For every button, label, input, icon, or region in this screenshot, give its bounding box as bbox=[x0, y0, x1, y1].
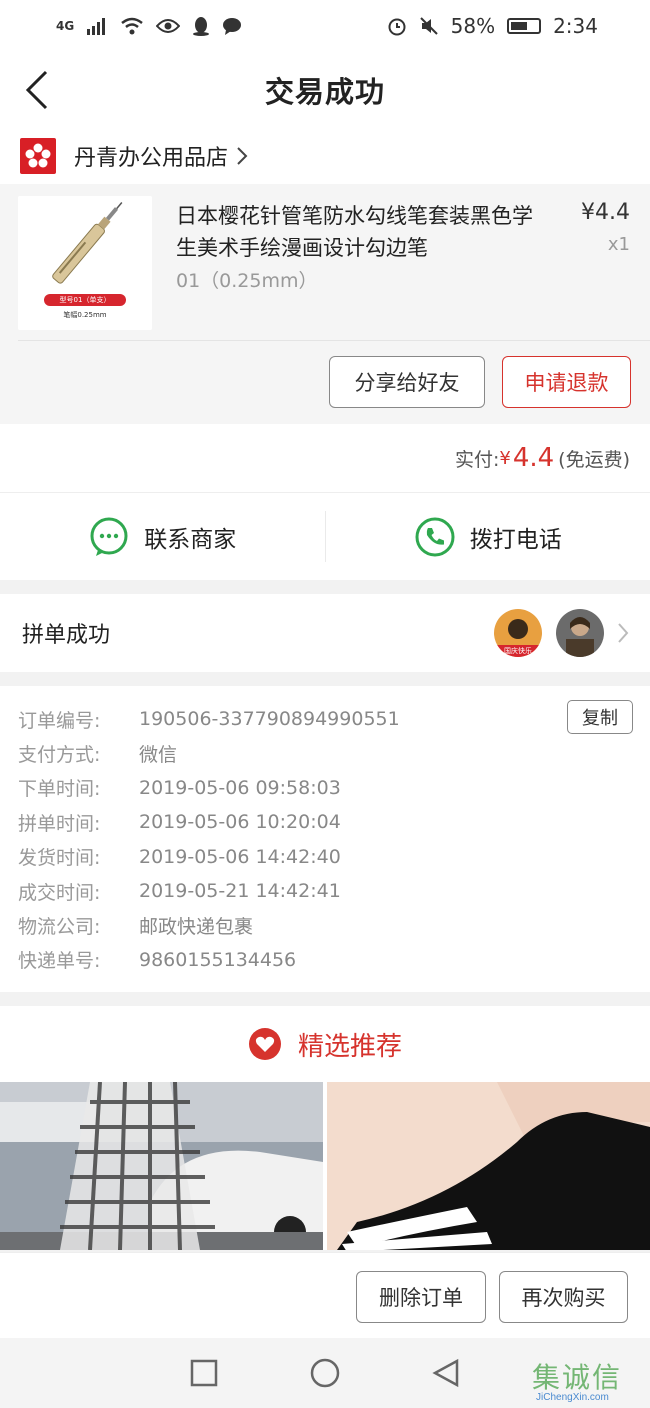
network-label: 4G bbox=[56, 19, 75, 33]
avatar bbox=[556, 609, 604, 657]
status-bar: 4G 58% 2:34 bbox=[0, 0, 650, 52]
refund-button[interactable]: 申请退款 bbox=[502, 356, 631, 408]
chat-icon bbox=[90, 517, 128, 556]
product-spec: 01（0.25mm） bbox=[176, 270, 318, 292]
group-time-row: 拼单时间: 2019-05-06 10:20:04 bbox=[18, 805, 632, 839]
product-card: 型号01（单支） 笔幅0.25mm 日本樱花针管笔防水勾线笔套装黑色学生美术手绘… bbox=[0, 184, 650, 424]
recommend-header: 精选推荐 bbox=[0, 1006, 650, 1082]
sakura-icon bbox=[25, 143, 51, 168]
detail-label: 快递单号: bbox=[18, 950, 101, 973]
chevron-right-icon bbox=[237, 147, 248, 165]
recommend-item-1[interactable] bbox=[0, 1082, 323, 1250]
thumb-caption: 笔幅0.25mm bbox=[63, 311, 107, 319]
clock: 2:34 bbox=[553, 14, 598, 38]
payment-amount: 4.4 bbox=[512, 443, 555, 473]
payment-currency: ¥ bbox=[499, 447, 511, 469]
contact-bar: 联系商家 拨打电话 bbox=[0, 492, 650, 580]
chevron-right-icon bbox=[618, 623, 629, 643]
payment-method-value: 微信 bbox=[139, 744, 178, 767]
order-time-value: 2019-05-06 09:58:03 bbox=[139, 776, 341, 799]
detail-label: 拼单时间: bbox=[18, 812, 101, 835]
deal-time-value: 2019-05-21 14:42:41 bbox=[139, 880, 341, 903]
status-left: 4G bbox=[56, 16, 242, 36]
payment-label: 实付: bbox=[454, 448, 500, 471]
payment-summary: 实付: ¥ 4.4 (免运费) bbox=[0, 424, 650, 492]
group-buy-row[interactable]: 拼单成功 国庆快乐 bbox=[0, 594, 650, 672]
shop-name: 丹青办公用品店 bbox=[74, 146, 229, 171]
share-button[interactable]: 分享给好友 bbox=[329, 356, 485, 408]
logistics-company-value: 邮政快递包裹 bbox=[139, 916, 254, 939]
payment-method-row: 支付方式: 微信 bbox=[18, 736, 632, 770]
tracking-number-value: 9860155134456 bbox=[139, 948, 297, 971]
contact-merchant-button[interactable]: 联系商家 bbox=[0, 493, 325, 580]
order-details: 订单编号: 190506-337790894990551 支付方式: 微信 下单时间… bbox=[0, 686, 650, 992]
back-triangle-icon[interactable] bbox=[431, 1358, 461, 1388]
product-quantity: x1 bbox=[607, 234, 630, 255]
product-image bbox=[327, 1082, 650, 1250]
copy-button[interactable]: 复制 bbox=[567, 700, 633, 734]
avatar: 国庆快乐 bbox=[494, 609, 542, 657]
mute-icon bbox=[419, 17, 438, 35]
logistics-company-row: 物流公司: 邮政快递包裹 bbox=[18, 908, 632, 942]
call-phone-label: 拨打电话 bbox=[469, 526, 562, 553]
page-title: 交易成功 bbox=[264, 75, 385, 109]
wifi-icon bbox=[121, 17, 143, 35]
rebuy-button[interactable]: 再次购买 bbox=[499, 1271, 628, 1323]
ship-time-row: 发货时间: 2019-05-06 14:42:40 bbox=[18, 840, 632, 874]
alarm-icon bbox=[388, 18, 406, 36]
detail-label: 支付方式: bbox=[18, 744, 101, 767]
watermark-text: 集诚信 bbox=[532, 1361, 623, 1394]
call-phone-button[interactable]: 拨打电话 bbox=[326, 493, 650, 580]
contact-merchant-label: 联系商家 bbox=[144, 526, 237, 553]
ship-time-value: 2019-05-06 14:42:40 bbox=[139, 845, 341, 868]
phone-icon bbox=[415, 517, 455, 556]
watermark-sub: JiChengXin.com bbox=[536, 1392, 609, 1403]
avatar-caption: 国庆快乐 bbox=[504, 647, 532, 655]
recommend-item-2[interactable] bbox=[327, 1082, 650, 1250]
detail-label: 物流公司: bbox=[18, 916, 101, 939]
order-number-value: 190506-337790894990551 bbox=[139, 708, 400, 731]
detail-label: 下单时间: bbox=[18, 778, 101, 801]
watermark: 集诚信 JiChengXin.com bbox=[528, 1356, 640, 1406]
product-thumbnail[interactable]: 型号01（单支） 笔幅0.25mm bbox=[18, 196, 152, 330]
shop-row[interactable]: 丹青办公用品店 bbox=[0, 128, 650, 184]
group-buy-label: 拼单成功 bbox=[22, 623, 111, 648]
shipping-note: (免运费) bbox=[558, 448, 630, 471]
recommend-title: 精选推荐 bbox=[297, 1031, 402, 1062]
group-time-value: 2019-05-06 10:20:04 bbox=[139, 811, 341, 834]
signal-icon bbox=[87, 18, 106, 35]
product-image bbox=[0, 1082, 323, 1250]
battery-icon bbox=[507, 18, 542, 34]
order-time-row: 下单时间: 2019-05-06 09:58:03 bbox=[18, 771, 632, 805]
back-arrow-icon[interactable] bbox=[20, 68, 60, 112]
heart-icon bbox=[248, 1028, 281, 1060]
detail-label: 成交时间: bbox=[18, 881, 101, 904]
deal-time-row: 成交时间: 2019-05-21 14:42:41 bbox=[18, 874, 632, 908]
product-name[interactable]: 日本樱花针管笔防水勾线笔套装黑色学生美术手绘漫画设计勾边笔 bbox=[176, 200, 546, 264]
status-right: 58% 2:34 bbox=[387, 14, 598, 38]
recommend-grid bbox=[0, 1082, 650, 1250]
product-price: ¥4.4 bbox=[581, 200, 630, 225]
message-icon bbox=[223, 18, 242, 35]
order-number-row: 订单编号: 190506-337790894990551 bbox=[18, 702, 632, 736]
delete-order-button[interactable]: 删除订单 bbox=[356, 1271, 486, 1323]
detail-label: 订单编号: bbox=[18, 709, 101, 732]
eye-icon bbox=[156, 19, 181, 33]
shop-logo bbox=[20, 138, 56, 174]
tracking-number-row: 快递单号: 9860155134456 bbox=[18, 943, 632, 977]
divider bbox=[18, 340, 650, 341]
detail-label: 发货时间: bbox=[18, 847, 101, 870]
recent-apps-icon[interactable] bbox=[189, 1358, 219, 1388]
avatar-image bbox=[556, 609, 604, 657]
order-actions: 删除订单 再次购买 bbox=[0, 1252, 650, 1338]
battery-percent: 58% bbox=[450, 14, 496, 38]
qq-icon bbox=[193, 17, 210, 36]
home-icon[interactable] bbox=[309, 1357, 341, 1389]
title-bar: 交易成功 bbox=[0, 52, 650, 128]
thumb-tag: 型号01（单支） bbox=[59, 296, 111, 304]
